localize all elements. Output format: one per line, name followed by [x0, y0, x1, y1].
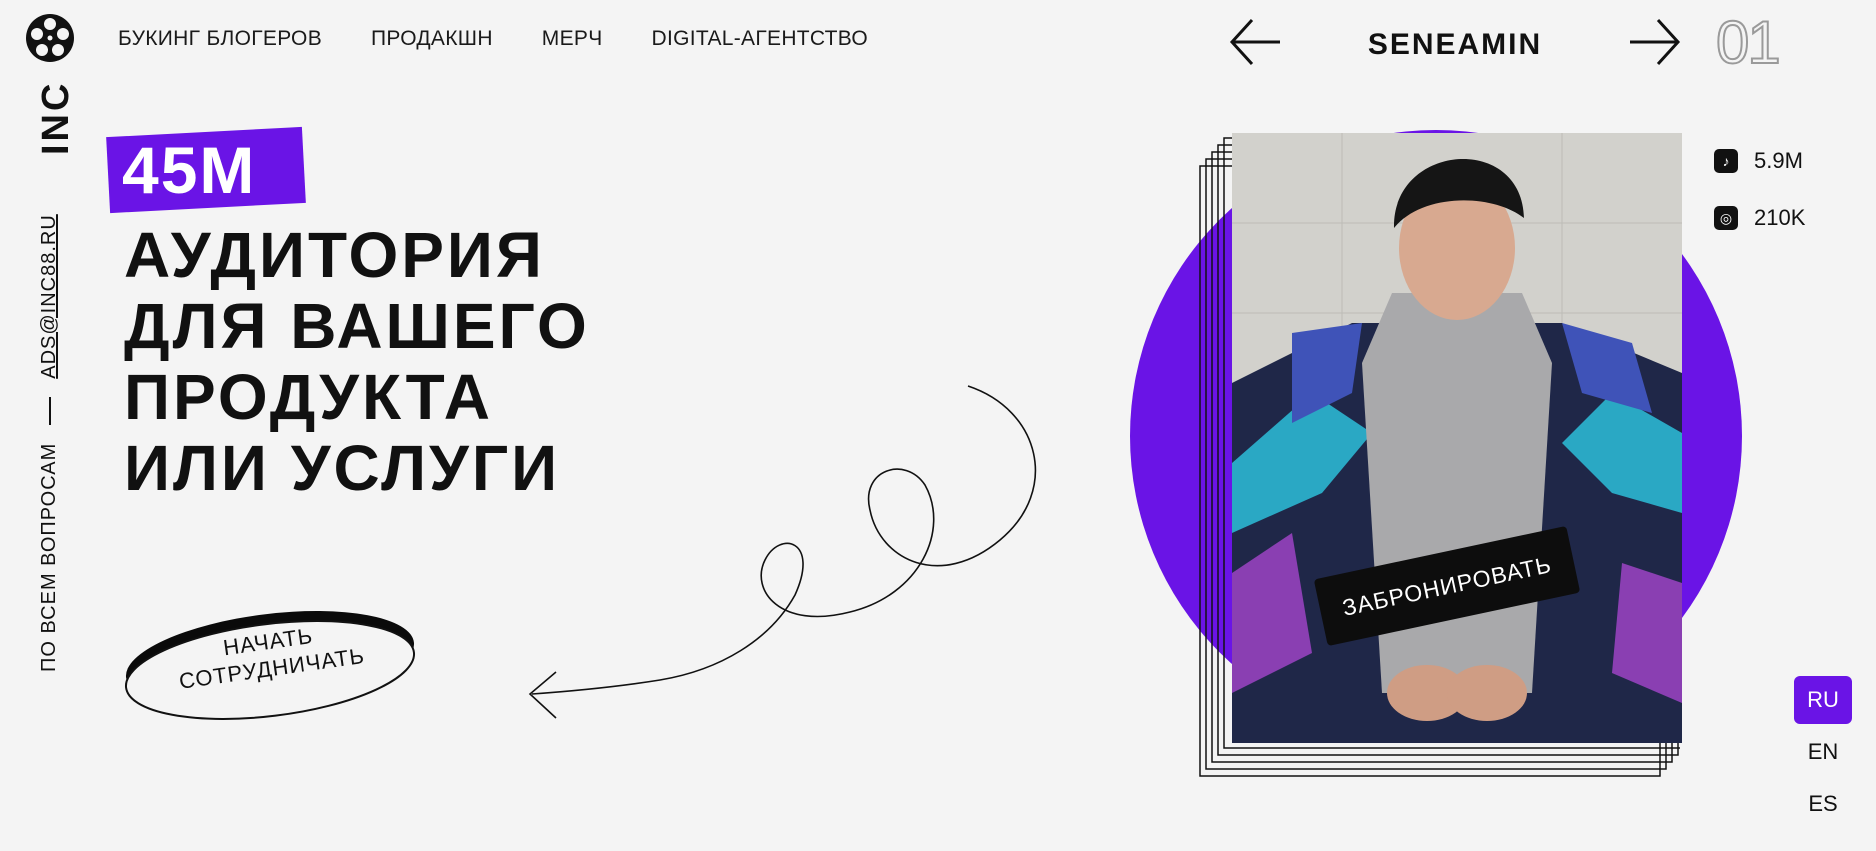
contact-rail: ПО ВСЕМ ВОПРОСАМ ADS@INC88.RU [38, 214, 61, 672]
audience-badge: 45M [122, 133, 257, 207]
lang-en-button[interactable]: EN [1794, 728, 1852, 776]
nav-item-merch[interactable]: МЕРЧ [542, 27, 603, 51]
lang-ru-button[interactable]: RU [1794, 676, 1852, 724]
headline-line: АУДИТОРИЯ [124, 219, 545, 291]
blogger-photo [1232, 133, 1682, 743]
arrow-left-icon[interactable] [1226, 16, 1282, 68]
nav-item-digital-agency[interactable]: DIGITAL-АГЕНТСТВО [652, 27, 869, 51]
film-reel-icon[interactable] [24, 12, 76, 64]
arrow-right-icon[interactable] [1628, 16, 1684, 68]
instagram-icon: ◎ [1714, 206, 1738, 230]
tiktok-icon: ♪ [1714, 149, 1738, 173]
brand-name: INC [35, 80, 77, 155]
nav-item-booking[interactable]: БУКИНГ БЛОГЕРОВ [118, 27, 322, 51]
slide-index: 01 [1715, 8, 1782, 77]
main-nav: БУКИНГ БЛОГЕРОВ ПРОДАКШН МЕРЧ DIGITAL-АГ… [118, 27, 868, 51]
social-instagram[interactable]: ◎ 210K [1714, 205, 1805, 231]
instagram-count: 210K [1754, 205, 1806, 230]
tiktok-count: 5.9M [1754, 148, 1803, 173]
headline-line: ДЛЯ ВАШЕГО [124, 290, 590, 362]
blogger-name: SENEAMIN [1367, 28, 1543, 61]
nav-item-production[interactable]: ПРОДАКШН [371, 27, 493, 51]
decorative-squiggle-arrow [528, 385, 1037, 719]
contact-label: ПО ВСЕМ ВОПРОСАМ [38, 442, 60, 672]
contact-email-link[interactable]: ADS@INC88.RU [38, 214, 61, 379]
social-tiktok[interactable]: ♪ 5.9M [1714, 148, 1803, 174]
lang-es-button[interactable]: ES [1794, 780, 1852, 828]
divider [48, 396, 51, 425]
